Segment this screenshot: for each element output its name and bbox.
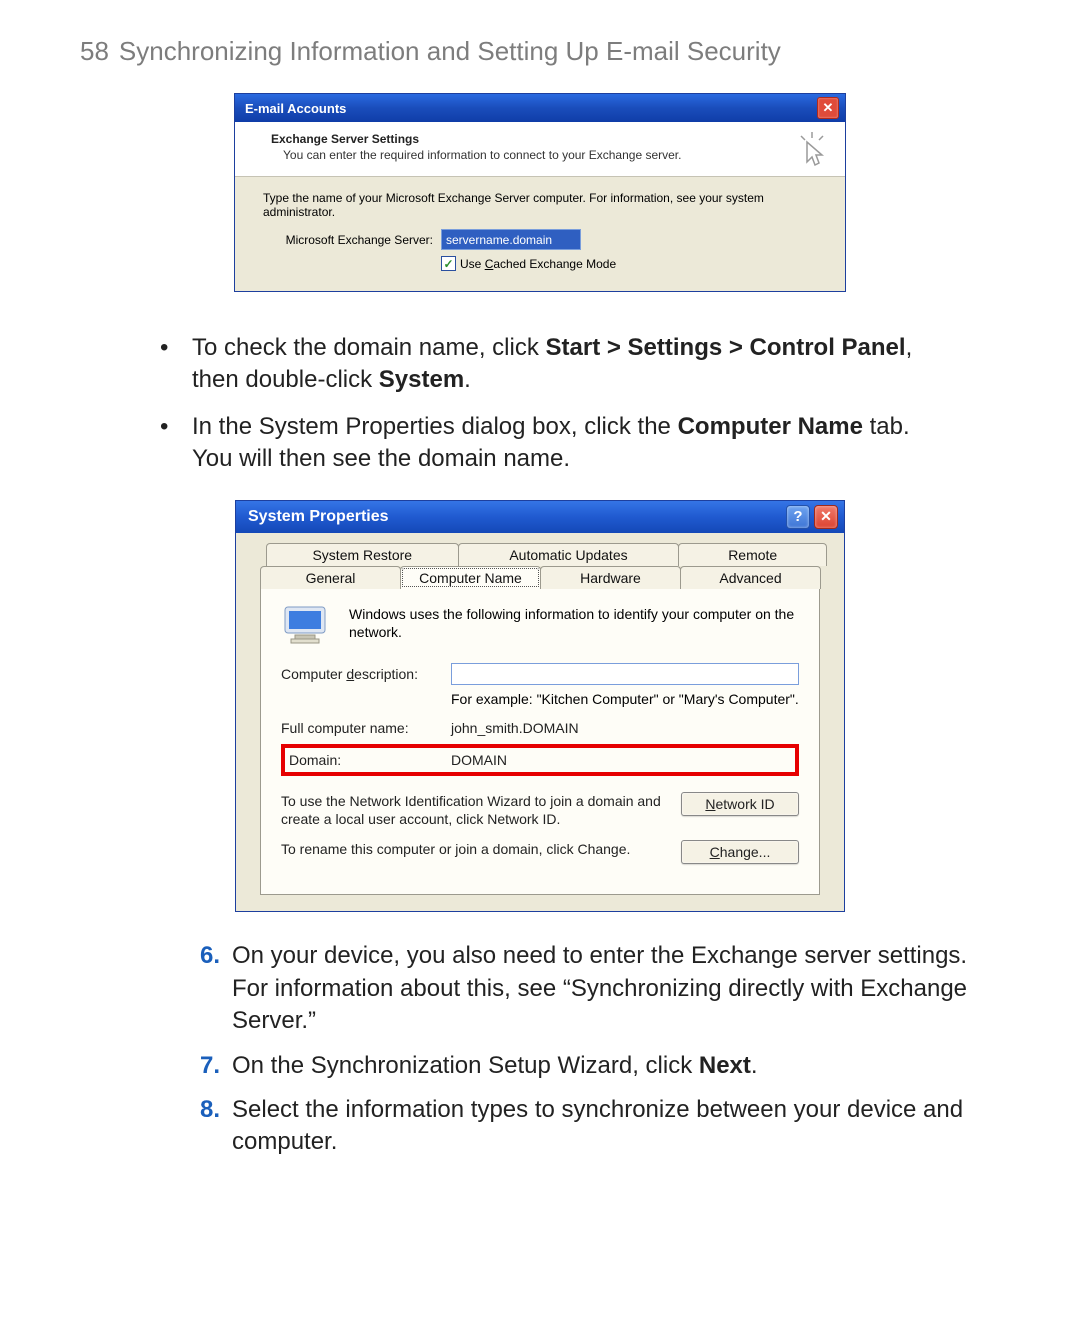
email-head-subtitle: You can enter the required information t…: [283, 148, 831, 162]
domain-value: DOMAIN: [451, 752, 507, 768]
sysprop-title: System Properties: [248, 508, 389, 526]
cached-mode-checkbox[interactable]: ✓: [441, 256, 456, 271]
bullet-list: • To check the domain name, click Start …: [160, 332, 920, 476]
email-title: E-mail Accounts: [245, 101, 346, 116]
bullet-item: • In the System Properties dialog box, c…: [160, 411, 920, 476]
email-instructions: Type the name of your Microsoft Exchange…: [263, 191, 817, 219]
close-icon: ✕: [823, 100, 834, 116]
pane-info-text: Windows uses the following information t…: [349, 605, 799, 645]
computer-description-input[interactable]: [451, 663, 799, 685]
help-icon: ?: [793, 508, 802, 525]
tab-automatic-updates[interactable]: Automatic Updates: [458, 543, 680, 566]
list-item: 6. On your device, you also need to ente…: [200, 940, 1000, 1037]
close-button[interactable]: ✕: [814, 505, 838, 529]
email-body: Type the name of your Microsoft Exchange…: [235, 177, 845, 291]
help-button[interactable]: ?: [786, 505, 810, 529]
email-header-panel: Exchange Server Settings You can enter t…: [235, 122, 845, 177]
list-number: 7.: [200, 1050, 232, 1082]
computer-name-pane: Windows uses the following information t…: [260, 589, 820, 896]
list-number: 6.: [200, 940, 232, 1037]
sysprop-titlebar: System Properties ? ✕: [236, 501, 844, 533]
exchange-server-label: Microsoft Exchange Server:: [263, 233, 441, 247]
description-hint: For example: "Kitchen Computer" or "Mary…: [451, 691, 799, 709]
change-button[interactable]: Change...: [681, 840, 799, 864]
email-accounts-dialog: E-mail Accounts ✕ Exchange Server Settin…: [234, 93, 846, 292]
close-button[interactable]: ✕: [817, 97, 839, 119]
tab-remote[interactable]: Remote: [678, 543, 827, 566]
bullet-item: • To check the domain name, click Start …: [160, 332, 920, 397]
close-icon: ✕: [820, 508, 832, 525]
list-text: On your device, you also need to enter t…: [232, 940, 1000, 1037]
full-computer-name-value: john_smith.DOMAIN: [451, 720, 579, 736]
page-title: Synchronizing Information and Setting Up…: [119, 36, 781, 66]
email-head-title: Exchange Server Settings: [271, 132, 831, 146]
computer-description-label: Computer description:: [281, 666, 451, 682]
cached-mode-label: Use Cached Exchange Mode: [460, 257, 616, 271]
cursor-icon: [797, 132, 827, 168]
bullet-marker: •: [160, 332, 192, 397]
page-header: 58 Synchronizing Information and Setting …: [80, 36, 1000, 67]
email-titlebar: E-mail Accounts ✕: [235, 94, 845, 122]
system-properties-dialog: System Properties ? ✕ System Restore Aut…: [235, 500, 845, 913]
exchange-server-input[interactable]: [441, 229, 581, 250]
tab-hardware[interactable]: Hardware: [540, 566, 681, 589]
network-id-button[interactable]: Network ID: [681, 792, 799, 816]
list-number: 8.: [200, 1094, 232, 1159]
domain-label: Domain:: [289, 752, 451, 768]
domain-row-highlighted: Domain: DOMAIN: [281, 744, 799, 776]
list-item: 8. Select the information types to synch…: [200, 1094, 1000, 1159]
computer-icon: [281, 605, 329, 645]
network-id-text: To use the Network Identification Wizard…: [281, 792, 681, 828]
tab-general[interactable]: General: [260, 566, 401, 589]
tab-advanced[interactable]: Advanced: [680, 566, 821, 589]
tab-computer-name[interactable]: Computer Name: [400, 566, 541, 589]
page-number: 58: [80, 36, 109, 66]
list-item: 7. On the Synchronization Setup Wizard, …: [200, 1050, 1000, 1082]
list-text: Select the information types to synchron…: [232, 1094, 1000, 1159]
change-text: To rename this computer or join a domain…: [281, 840, 681, 858]
bullet-marker: •: [160, 411, 192, 476]
numbered-list: 6. On your device, you also need to ente…: [200, 940, 1000, 1158]
tab-system-restore[interactable]: System Restore: [266, 543, 459, 566]
full-computer-name-label: Full computer name:: [281, 720, 451, 736]
